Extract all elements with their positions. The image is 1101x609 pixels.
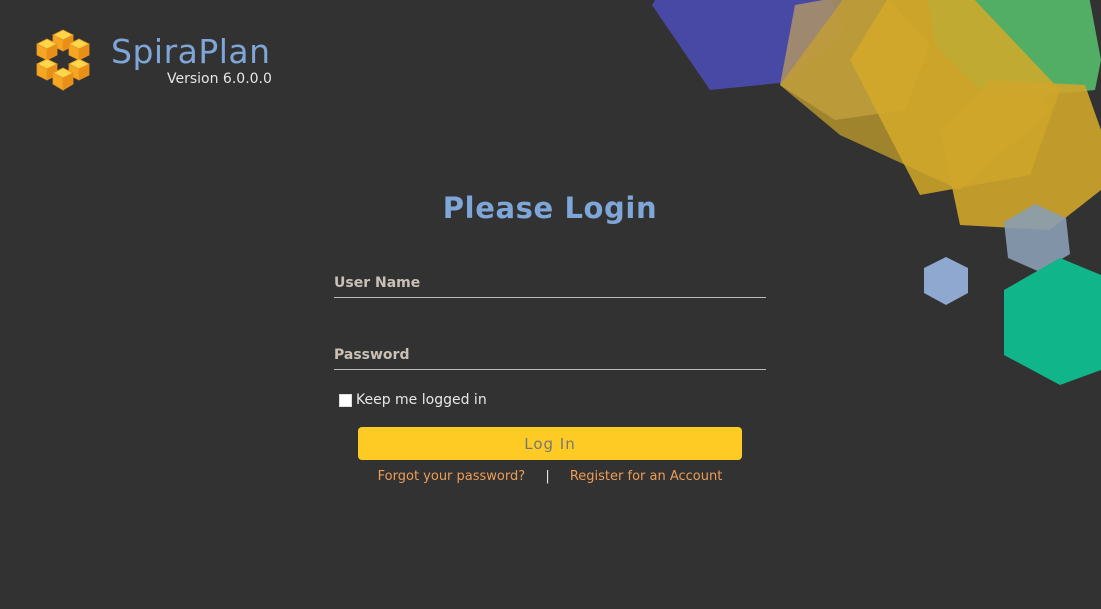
username-field-wrapper	[334, 269, 766, 298]
password-field-wrapper	[334, 341, 766, 370]
version-label: Version 6.0.0.0	[167, 71, 272, 87]
hexagon-grey	[1004, 204, 1070, 272]
link-separator: |	[545, 469, 550, 484]
hexagon-indigo	[652, 0, 845, 90]
remember-me-label[interactable]: Keep me logged in	[356, 392, 487, 408]
hexagon-teal	[1004, 258, 1101, 385]
hexagon-gold-back	[780, 0, 1050, 190]
hexagon-gold-large	[850, 0, 1060, 195]
login-button[interactable]: Log In	[358, 427, 742, 460]
app-name: SpiraPlan	[111, 32, 271, 71]
cube-hexagon-logo-icon	[36, 29, 90, 91]
account-links: Forgot your password? | Register for an …	[334, 468, 766, 486]
register-link[interactable]: Register for an Account	[570, 469, 723, 484]
password-input[interactable]	[334, 341, 766, 369]
username-input[interactable]	[334, 269, 766, 297]
remember-me-row: Keep me logged in	[339, 390, 487, 410]
hexagon-gold-right	[940, 80, 1101, 230]
hexagon-green	[928, 0, 1101, 100]
forgot-password-link[interactable]: Forgot your password?	[378, 469, 526, 484]
brand-header: SpiraPlan Version 6.0.0.0	[33, 28, 293, 94]
hexagon-blue-small	[924, 257, 968, 305]
page-title: Please Login	[442, 191, 658, 225]
remember-me-checkbox[interactable]	[339, 393, 352, 407]
hexagon-tan	[780, 0, 930, 120]
